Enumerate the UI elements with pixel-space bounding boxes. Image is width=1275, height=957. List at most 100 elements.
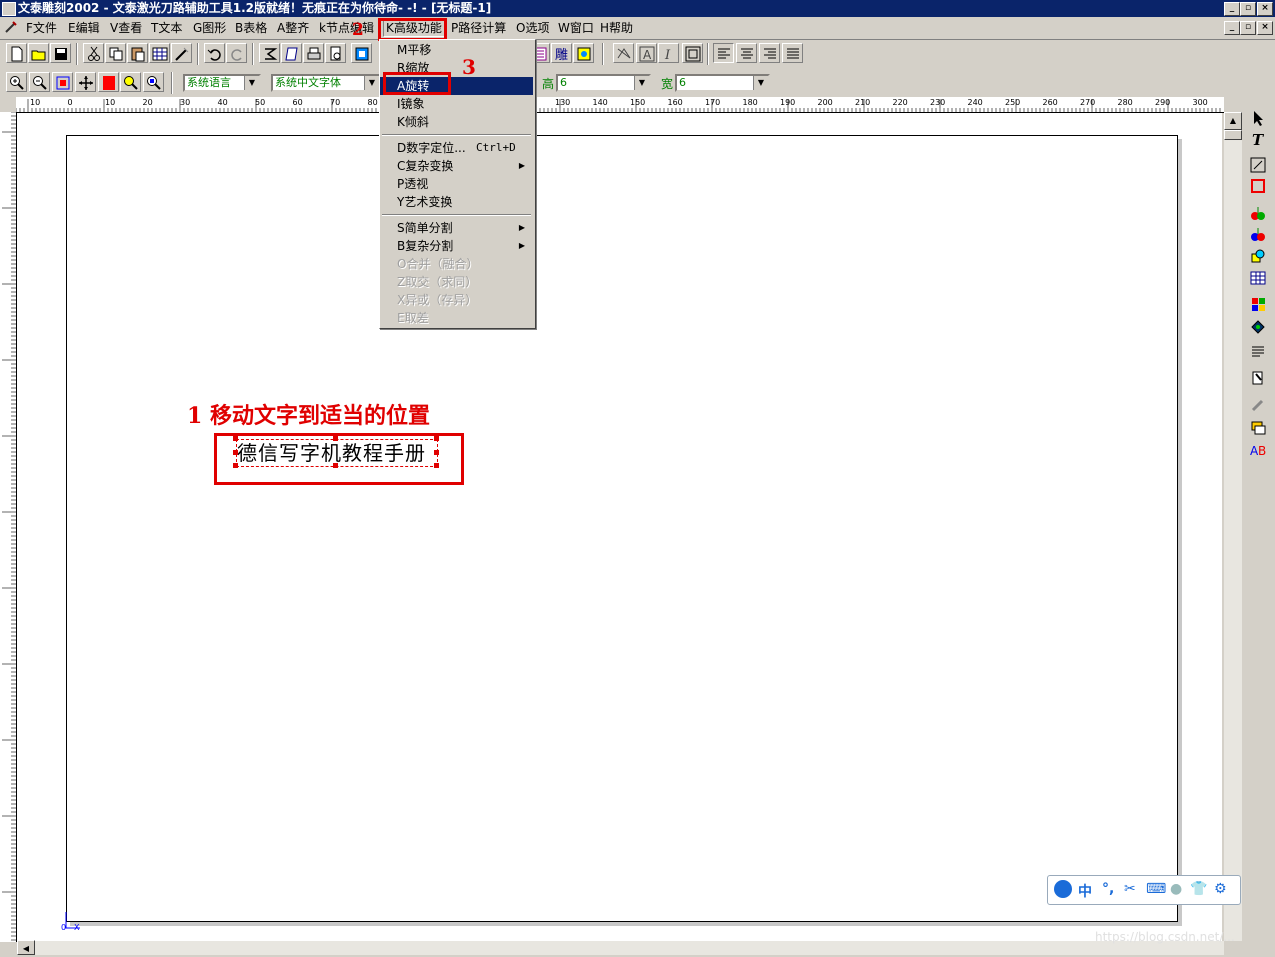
height-input[interactable]: 6 ▼ [556,74,651,92]
menu-options[interactable]: O选项 [514,20,551,36]
minimize-button[interactable]: _ [1224,2,1240,16]
cut-button[interactable] [83,43,104,63]
scissors-icon[interactable]: ✂ [1124,881,1136,897]
menu-path-calc[interactable]: P路径计算 [449,20,508,36]
grid-select-button[interactable] [149,43,170,63]
justify-button[interactable] [782,43,803,63]
new-file-button[interactable] [6,43,27,63]
zoom-out-icon[interactable] [29,72,50,92]
node-tool-icon[interactable] [1247,155,1269,175]
menu-item-mirror[interactable]: I镜象 [380,95,533,113]
menu-align[interactable]: A整齐 [275,20,311,36]
zoom-all-icon[interactable] [143,72,164,92]
chevron-down-icon[interactable]: ▼ [244,76,259,90]
menu-text[interactable]: T文本 [149,20,184,36]
scroll-thumb[interactable] [1224,130,1242,140]
font-select[interactable]: 系统中文字体 ▼ [271,74,381,92]
page-area[interactable] [66,135,1178,922]
doc-close-button[interactable]: × [1257,21,1273,35]
text-tool-icon[interactable]: T [1247,129,1269,149]
align-center-button[interactable] [736,43,757,63]
chevron-down-icon[interactable]: ▼ [753,76,768,90]
menu-item-perspective[interactable]: P透视 [380,175,533,193]
text-frame-button[interactable]: A [636,43,657,63]
pan-icon[interactable] [75,72,96,92]
color-tool-icon[interactable] [1247,224,1269,244]
scroll-left-button[interactable]: ◀ [17,940,35,955]
menu-help[interactable]: H帮助 [598,20,635,36]
menu-item-complex-split[interactable]: B复杂分割 ▶ [380,237,533,255]
ime-toolbar[interactable]: 中 °, ✂ ⌨ ● 👕 ⚙ [1047,875,1241,905]
ime-lang-toggle[interactable]: 中 [1078,881,1092,901]
engrave-button[interactable]: 雕 [551,43,572,63]
paste-button[interactable] [127,43,148,63]
zoom-in-icon[interactable] [6,72,27,92]
open-file-button[interactable] [28,43,49,63]
menu-file[interactable]: F文件 [24,20,59,36]
skin-icon[interactable]: 👕 [1190,881,1207,897]
output-button[interactable] [351,43,372,63]
chevron-down-icon[interactable]: ▼ [364,76,379,90]
sort-button[interactable] [259,43,280,63]
stop-icon[interactable] [98,72,119,92]
chevron-down-icon[interactable]: ▼ [634,76,649,90]
text-box-button[interactable] [682,43,703,63]
paragraph-tool-icon[interactable] [1247,342,1269,362]
pen-tool-icon[interactable] [1247,368,1269,388]
layer-tool-icon[interactable] [1247,418,1269,438]
doc-minimize-button[interactable]: _ [1224,21,1240,35]
menu-table[interactable]: B表格 [233,20,269,36]
menu-node-edit[interactable]: k节点编辑 [317,20,376,36]
punctuation-icon[interactable]: °, [1102,881,1114,897]
ime-logo-icon[interactable] [1054,880,1072,898]
rectangle-tool-icon[interactable] [1247,176,1269,196]
close-button[interactable]: × [1257,2,1273,16]
page-setup-button[interactable] [281,43,302,63]
annotation-box-menu [378,18,447,41]
select-arrow-icon[interactable] [1247,108,1269,128]
menu-edit[interactable]: E编辑 [66,20,102,36]
keyboard-icon[interactable]: ⌨ [1146,881,1166,897]
palette-tool-icon[interactable] [1247,294,1269,314]
doc-restore-button[interactable]: ▫ [1240,21,1256,35]
color-fill-button[interactable] [573,43,594,63]
vertical-scrollbar[interactable]: ▲ [1224,112,1242,941]
zoom-select-icon[interactable] [52,72,73,92]
redo-button[interactable] [226,43,247,63]
shape-button[interactable] [613,43,634,63]
print-preview-button[interactable] [325,43,346,63]
menu-graphics[interactable]: G图形 [191,20,228,36]
scroll-up-button[interactable]: ▲ [1224,112,1242,130]
menu-view[interactable]: V查看 [108,20,144,36]
brush-tool-icon[interactable] [1247,396,1269,416]
print-button[interactable] [303,43,324,63]
width-input[interactable]: 6 ▼ [675,74,770,92]
menu-item-art-transform[interactable]: Y艺术变换 [380,193,533,211]
italic-button[interactable]: I [658,43,679,63]
save-button[interactable] [50,43,71,63]
align-right-button[interactable] [759,43,780,63]
undo-button[interactable] [204,43,225,63]
fill-tool-icon[interactable] [1247,203,1269,223]
menu-item-complex-transform[interactable]: C复杂变换 ▶ [380,157,533,175]
menu-item-translate[interactable]: M平移 [380,41,533,59]
menu-item-simple-split[interactable]: S简单分割 ▶ [380,219,533,237]
restore-button[interactable]: ▫ [1240,2,1256,16]
paint-tool-icon[interactable] [1247,316,1269,336]
table-tool-icon[interactable] [1247,268,1269,288]
menu-window[interactable]: W窗口 [556,20,596,36]
annotation-box-text [214,433,464,485]
shape-tool-icon[interactable] [1247,246,1269,266]
menu-item-numeric-position[interactable]: D数字定位... Ctrl+D [380,139,533,157]
ab-text-tool-icon[interactable]: AB [1247,440,1269,460]
copy-button[interactable] [105,43,126,63]
gear-icon[interactable]: ⚙ [1214,881,1227,897]
horizontal-scrollbar[interactable]: ◀ [17,940,1224,955]
align-left-button[interactable] [713,43,734,63]
user-icon[interactable]: ● [1170,881,1182,897]
menu-item-skew[interactable]: K倾斜 [380,113,533,131]
language-select[interactable]: 系统语言 ▼ [183,74,261,92]
app-menu-icon[interactable] [4,20,18,34]
wizard-button[interactable] [171,43,192,63]
zoom-fit-icon[interactable] [120,72,141,92]
